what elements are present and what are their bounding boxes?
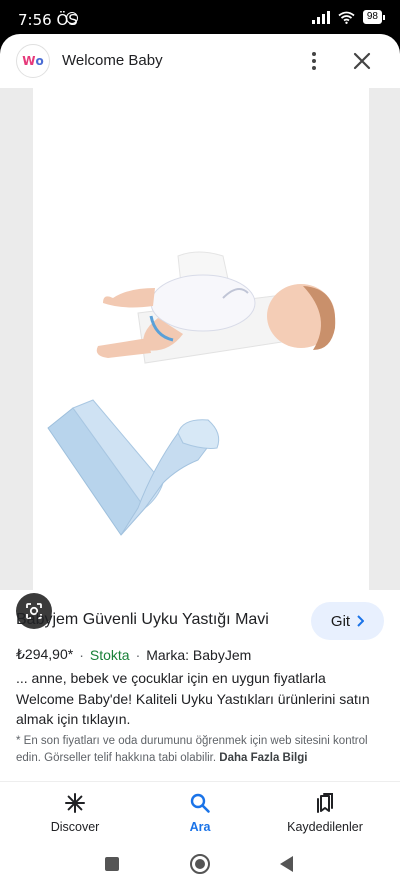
site-title[interactable]: Welcome Baby: [62, 52, 163, 69]
logo-letter-o: o: [35, 54, 44, 68]
baby-pillow-illustration: [47, 251, 336, 536]
result-sheet: Wo Welcome Baby Babyjem Güvenli Uyku Yas…: [0, 34, 400, 848]
separator-dot: ·: [135, 646, 141, 663]
go-button-label: Git: [330, 612, 351, 630]
asterisk-icon: [65, 793, 85, 813]
alarm-icon: [66, 12, 78, 24]
product-title[interactable]: Babyjem Güvenli Uyku Yastığı Mavi: [16, 611, 269, 629]
nav-saved-label: Kaydedilenler: [287, 820, 363, 834]
product-image[interactable]: [33, 88, 369, 590]
system-navigation-bar: [0, 848, 400, 888]
close-icon[interactable]: [350, 49, 374, 73]
signal-icon: [311, 10, 330, 24]
chevron-right-icon: [357, 615, 365, 627]
bookmarks-icon: [317, 793, 333, 813]
sheet-header: Wo Welcome Baby: [0, 34, 400, 88]
disclaimer-note: * En son fiyatları ve oda durumunu öğren…: [16, 733, 376, 766]
battery-indicator: 98: [362, 10, 386, 24]
product-meta: ₺294,90* · Stokta · Marka: BabyJem: [16, 646, 251, 663]
site-logo[interactable]: Wo: [16, 44, 50, 78]
nav-discover[interactable]: Discover: [15, 792, 135, 834]
product-image-area: [0, 88, 400, 629]
more-options-icon[interactable]: [302, 48, 326, 74]
wifi-icon: [338, 11, 355, 24]
nav-search-label: Ara: [189, 820, 211, 834]
price: ₺294,90*: [16, 646, 74, 662]
product-description: ... anne, bebek ve çocuklar için en uygu…: [16, 670, 370, 727]
status-icons: 98: [311, 10, 386, 24]
search-icon: [190, 793, 210, 813]
bottom-navigation: Discover Ara Kaydedilenler: [0, 781, 400, 848]
brand: Marka: BabyJem: [146, 646, 252, 663]
status-bar: 7:56 ÖS 98: [0, 0, 400, 34]
home-icon[interactable]: [190, 854, 210, 874]
nav-discover-label: Discover: [50, 820, 100, 834]
nav-search[interactable]: Ara: [140, 792, 260, 834]
separator-dot: ·: [79, 646, 84, 663]
disclaimer-text: * En son fiyatları ve oda durumunu öğren…: [16, 735, 368, 764]
nav-saved[interactable]: Kaydedilenler: [265, 792, 385, 834]
back-icon[interactable]: [280, 856, 293, 872]
more-info-link[interactable]: Daha Fazla Bilgi: [219, 752, 307, 764]
stock-status: Stokta: [89, 646, 130, 663]
go-button[interactable]: Git: [311, 602, 384, 640]
recents-icon[interactable]: [105, 857, 119, 871]
logo-letter-w: W: [22, 54, 36, 68]
